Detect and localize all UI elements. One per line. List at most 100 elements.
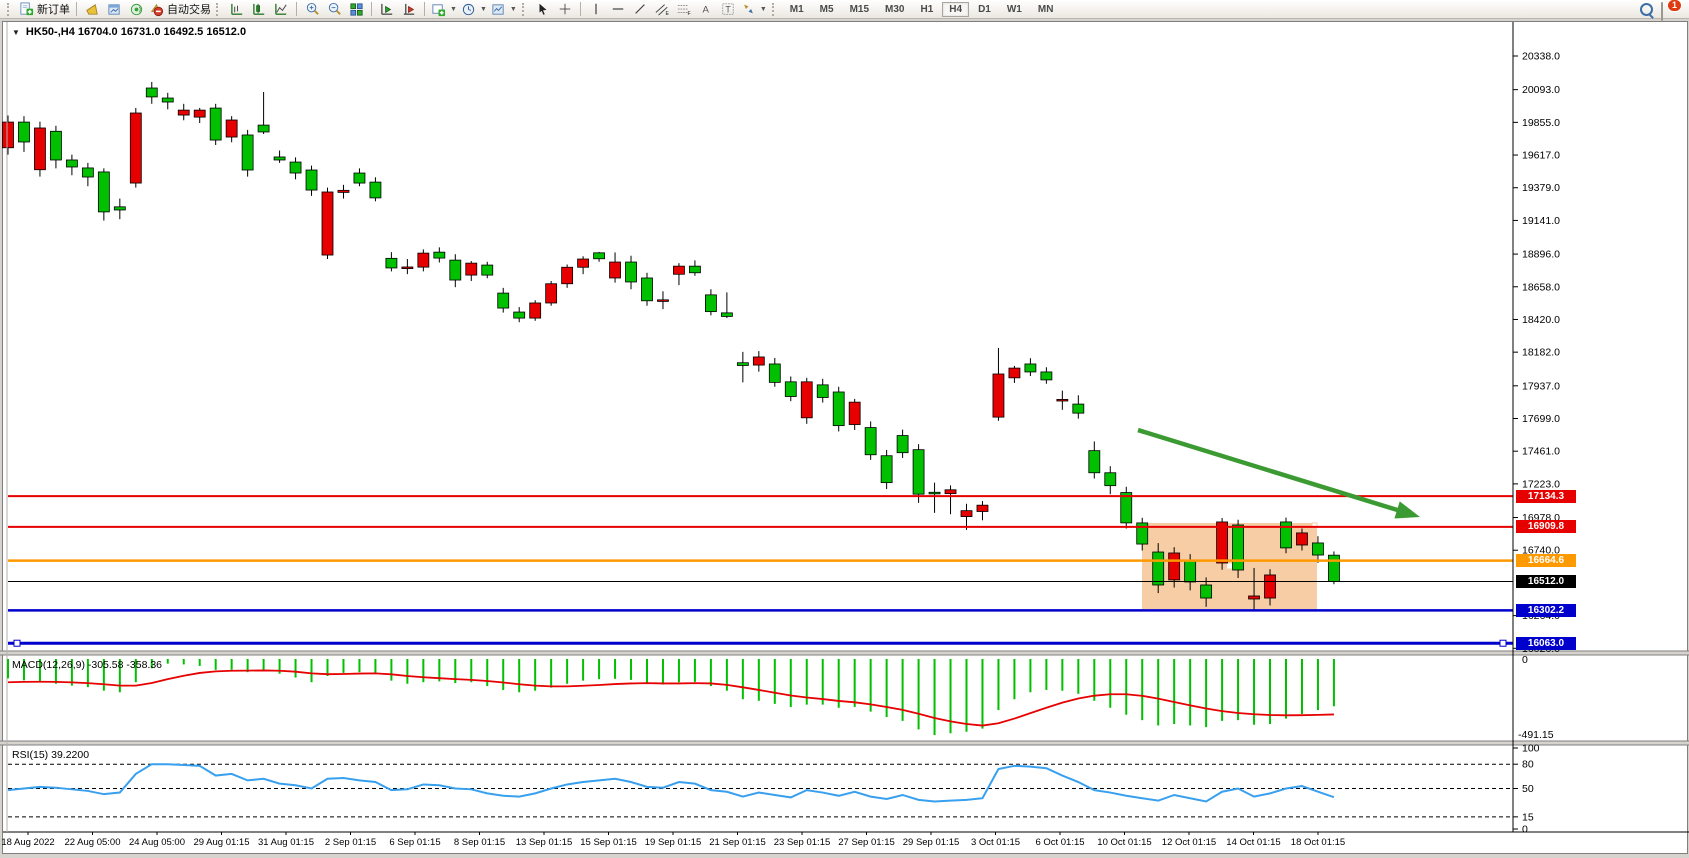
candle[interactable] xyxy=(849,399,860,430)
candle[interactable] xyxy=(178,104,189,120)
candle[interactable] xyxy=(290,157,301,179)
chart-shift-button[interactable] xyxy=(398,1,420,18)
candle[interactable] xyxy=(1089,441,1100,478)
candle[interactable] xyxy=(833,387,844,432)
candle[interactable] xyxy=(114,199,125,220)
candle[interactable] xyxy=(3,115,14,154)
candle[interactable] xyxy=(18,116,29,152)
candle[interactable] xyxy=(194,108,205,123)
equidistant-channel-tool[interactable]: E xyxy=(651,1,673,18)
text-label-tool[interactable]: T xyxy=(717,1,739,18)
candle[interactable] xyxy=(705,289,716,315)
candle[interactable] xyxy=(913,444,924,503)
rsi-panel[interactable]: 1008050150 xyxy=(8,743,1540,836)
chart-title-bar[interactable]: ▼ HK50-,H4 16704.0 16731.0 16492.5 16512… xyxy=(12,26,246,38)
candle[interactable] xyxy=(210,104,221,145)
template-button[interactable]: ▼ xyxy=(489,1,519,18)
candle[interactable] xyxy=(945,485,956,514)
trend-arrow[interactable] xyxy=(1138,430,1420,518)
candle[interactable] xyxy=(482,262,493,278)
zoom-out-button[interactable] xyxy=(323,1,345,18)
period-button[interactable]: ▼ xyxy=(459,1,489,18)
candle[interactable] xyxy=(66,155,77,176)
candle[interactable] xyxy=(1121,487,1132,529)
candle[interactable] xyxy=(817,379,828,403)
macd-panel[interactable]: 0-491.15 xyxy=(8,654,1554,741)
candle[interactable] xyxy=(1057,391,1068,410)
candle[interactable] xyxy=(498,288,509,313)
candle[interactable] xyxy=(657,291,668,309)
cursor-tool-button[interactable] xyxy=(532,1,554,18)
text-tool[interactable]: A xyxy=(695,1,717,18)
fibonacci-tool[interactable]: F xyxy=(673,1,695,18)
candle[interactable] xyxy=(721,292,732,318)
candle[interactable] xyxy=(1233,520,1244,578)
candle[interactable] xyxy=(98,168,109,220)
new-order-button[interactable]: 新订单 xyxy=(17,1,72,18)
candle[interactable] xyxy=(434,247,445,262)
candle[interactable] xyxy=(322,188,333,259)
candle[interactable] xyxy=(865,421,876,459)
candle[interactable] xyxy=(897,430,908,458)
candle[interactable] xyxy=(418,249,429,271)
timeframe-button-w1[interactable]: W1 xyxy=(1000,2,1029,17)
line-chart-button[interactable] xyxy=(270,1,292,18)
candle[interactable] xyxy=(242,130,253,177)
candle[interactable] xyxy=(450,254,461,287)
chart-canvas[interactable]: 20338.020093.019855.019617.019379.019141… xyxy=(0,0,1689,858)
candle[interactable] xyxy=(530,300,541,321)
timeframe-button-m5[interactable]: M5 xyxy=(813,2,841,17)
candle[interactable] xyxy=(753,351,764,372)
candle[interactable] xyxy=(785,376,796,401)
auto-scroll-button[interactable] xyxy=(376,1,398,18)
candle[interactable] xyxy=(466,261,477,281)
candle[interactable] xyxy=(673,263,684,285)
candle[interactable] xyxy=(386,252,397,271)
chart-collapse-icon[interactable]: ▼ xyxy=(12,28,20,37)
candle[interactable] xyxy=(1281,518,1292,554)
candle[interactable] xyxy=(146,82,157,104)
candle[interactable] xyxy=(306,166,317,196)
candle[interactable] xyxy=(929,483,940,513)
toolbar-grip[interactable] xyxy=(7,3,14,16)
zoom-in-button[interactable] xyxy=(301,1,323,18)
candlestick-chart-button[interactable] xyxy=(248,1,270,18)
timeframe-button-m30[interactable]: M30 xyxy=(878,2,911,17)
bar-chart-button[interactable] xyxy=(226,1,248,18)
candle[interactable] xyxy=(993,348,1004,421)
timeframe-button-m1[interactable]: M1 xyxy=(783,2,811,17)
candle[interactable] xyxy=(737,352,748,382)
timeframe-button-h4[interactable]: H4 xyxy=(942,2,969,17)
candle[interactable] xyxy=(34,122,45,177)
toolbar-grip[interactable] xyxy=(772,3,779,16)
candle[interactable] xyxy=(402,259,413,274)
toolbar-grip[interactable] xyxy=(522,3,529,16)
candle[interactable] xyxy=(1328,551,1339,584)
candle[interactable] xyxy=(514,307,525,322)
notifications-button[interactable]: 1 xyxy=(1661,3,1677,16)
candle[interactable] xyxy=(258,92,269,134)
candle[interactable] xyxy=(769,358,780,387)
candle[interactable] xyxy=(82,163,93,186)
candle[interactable] xyxy=(162,93,173,109)
candle[interactable] xyxy=(1105,466,1116,494)
market-watch-button[interactable] xyxy=(103,1,125,18)
candle[interactable] xyxy=(546,281,557,306)
autotrading-button[interactable]: 自动交易 xyxy=(147,1,213,18)
tile-windows-button[interactable] xyxy=(345,1,367,18)
candle[interactable] xyxy=(801,378,812,424)
market-depth-button[interactable] xyxy=(81,1,103,18)
candle[interactable] xyxy=(610,252,621,282)
candle[interactable] xyxy=(370,177,381,201)
candle[interactable] xyxy=(130,108,141,188)
candle[interactable] xyxy=(689,260,700,275)
candle[interactable] xyxy=(50,126,61,169)
candle[interactable] xyxy=(562,265,573,288)
candle[interactable] xyxy=(626,256,637,290)
new-chart-button[interactable]: ▼ xyxy=(429,1,459,18)
candle[interactable] xyxy=(1073,395,1084,418)
arrows-tool[interactable]: ▼ xyxy=(739,1,769,18)
candle[interactable] xyxy=(594,252,605,262)
candle[interactable] xyxy=(1041,367,1052,383)
timeframe-button-h1[interactable]: H1 xyxy=(913,2,940,17)
